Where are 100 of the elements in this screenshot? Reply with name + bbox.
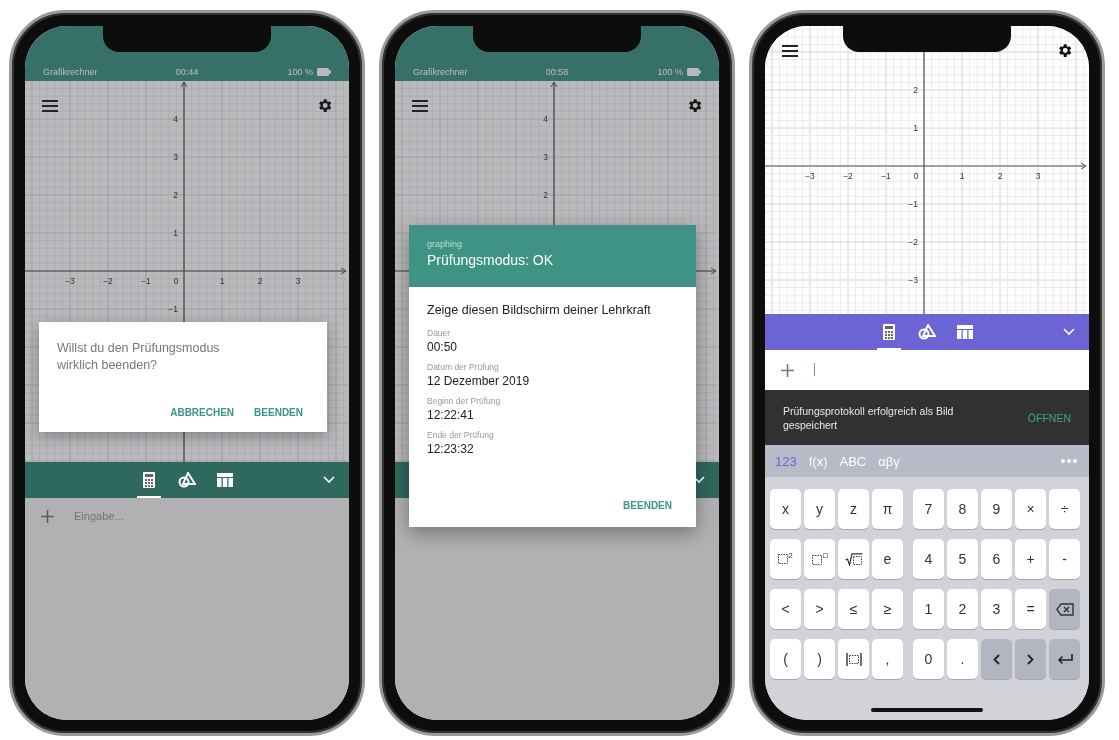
keyboard-key[interactable]: 1	[913, 589, 944, 629]
field-label: Ende der Prüfung	[427, 430, 495, 440]
keyboard-key[interactable]: 3	[981, 589, 1012, 629]
field-label: Datum der Prüfung	[427, 362, 500, 372]
keyboard-key[interactable]: y	[804, 489, 835, 529]
box-icon	[778, 554, 789, 564]
menu-icon[interactable]	[412, 100, 428, 112]
settings-icon[interactable]	[686, 97, 703, 114]
keyboard-key[interactable]: +	[1015, 539, 1046, 579]
keyboard-key[interactable]: π	[872, 489, 903, 529]
menu-icon[interactable]	[42, 100, 58, 112]
keyboard-key[interactable]: ÷	[1049, 489, 1080, 529]
clock-time: 00:58	[545, 67, 569, 77]
axis-label: −3	[805, 171, 815, 181]
keyboard-key[interactable]: ×	[1015, 489, 1046, 529]
chevron-down-icon[interactable]	[1063, 328, 1075, 336]
keyboard-key[interactable]	[838, 539, 869, 579]
square-root-icon	[844, 552, 863, 566]
field-value: 12:23:32	[427, 442, 475, 456]
field-value: 00:50	[427, 340, 459, 354]
keyboard-key[interactable]: e	[872, 539, 903, 579]
axis-label: 1	[173, 228, 178, 238]
axis-label: 2	[997, 171, 1003, 181]
keyboard-key[interactable]: 8	[947, 489, 978, 529]
axis-label: 1	[913, 123, 918, 133]
keyboard-key[interactable]: -	[1049, 539, 1080, 579]
battery-icon	[317, 68, 331, 76]
plus-icon[interactable]	[781, 363, 794, 377]
axis-label: 1	[959, 171, 965, 181]
field-value: 12 Dezember 2019	[427, 374, 531, 388]
axis-label: −3	[908, 275, 918, 285]
table-icon	[957, 325, 973, 339]
axis-label: 4	[173, 114, 178, 124]
app-name: Grafikrechner	[43, 67, 99, 77]
keyboard-key[interactable]: ≥	[872, 589, 903, 629]
keyboard-key[interactable]: 0	[913, 639, 944, 679]
axis-label: 3	[543, 152, 548, 162]
text-cursor	[814, 363, 815, 376]
menu-icon[interactable]	[782, 45, 798, 57]
end-button[interactable]: BEENDEN	[617, 496, 678, 515]
axis-label: 3	[173, 152, 178, 162]
axis-label: 2	[913, 85, 918, 95]
keyboard-key[interactable]: 7	[913, 489, 944, 529]
keyboard-key[interactable]: 5	[947, 539, 978, 579]
keyboard-key[interactable]	[1049, 639, 1080, 679]
snackbar-message: Prüfungsprotokoll erfolgreich als Bild gespeichert	[783, 403, 955, 432]
axis-label: 1	[219, 276, 225, 286]
keyboard-key[interactable]: ,	[872, 639, 903, 679]
axis-label: 0	[913, 171, 919, 181]
shapes-icon	[918, 324, 936, 340]
clock-time: 00:44	[175, 67, 199, 77]
dialog-heading: Zeige diesen Bildschirm deiner Lehrkraft	[427, 303, 652, 317]
backspace-icon	[1055, 602, 1074, 616]
axis-label: 3	[1035, 171, 1041, 181]
keyboard-key[interactable]: 9	[981, 489, 1012, 529]
field-label: Dauer	[427, 328, 452, 338]
dialog-title: Prüfungsmodus: OK	[427, 252, 555, 268]
dialog-button[interactable]: ABBRECHEN	[164, 403, 241, 422]
keyboard-key[interactable]: .	[947, 639, 978, 679]
keyboard-key[interactable]: z	[838, 489, 869, 529]
keyboard-key[interactable]: 2	[947, 589, 978, 629]
settings-icon[interactable]	[316, 97, 333, 114]
axis-label: 2	[257, 276, 263, 286]
keyboard-key[interactable]: >	[804, 589, 835, 629]
keyboard-key[interactable]: (	[770, 639, 801, 679]
axis-label: −2	[908, 237, 918, 247]
keyboard-key[interactable]: =	[1015, 589, 1046, 629]
battery-level: 100 %	[657, 67, 683, 77]
table-icon	[217, 473, 233, 487]
keyboard-key[interactable]: 6	[981, 539, 1012, 579]
axis-label: 3	[295, 276, 301, 286]
calculator-icon	[883, 324, 895, 340]
keyboard-key[interactable]: ≤	[838, 589, 869, 629]
shapes-icon	[178, 472, 196, 488]
keyboard-key[interactable]: 2	[770, 539, 801, 579]
axis-label: 2	[173, 190, 178, 200]
keyboard-key[interactable]: x	[770, 489, 801, 529]
axis-label: −3	[65, 276, 75, 286]
axis-label: −1	[881, 171, 891, 181]
keyboard-key[interactable]: 4	[913, 539, 944, 579]
keyboard-key[interactable]	[1049, 589, 1080, 629]
calculator-icon	[143, 472, 155, 488]
axis-label: −1	[141, 276, 151, 286]
plus-icon[interactable]	[41, 509, 54, 523]
chevron-down-icon[interactable]	[323, 476, 335, 484]
keyboard-key[interactable]	[838, 639, 869, 679]
open-button[interactable]: ÖFFNEN	[1021, 410, 1077, 425]
dialog-button[interactable]: BEENDEN	[248, 403, 309, 422]
keyboard-key[interactable]: <	[770, 589, 801, 629]
keyboard-key[interactable]: )	[804, 639, 835, 679]
dialog-message: Willst du den Prüfungsmodus wirklich beenden?	[57, 340, 221, 374]
field-value: 12:22:41	[427, 408, 475, 422]
dialog-subtitle: graphing	[427, 239, 464, 249]
settings-icon[interactable]	[1056, 42, 1073, 59]
keyboard-key[interactable]	[804, 539, 835, 579]
enter-icon	[1056, 653, 1073, 665]
app-name: Grafikrechner	[413, 67, 469, 77]
chevron-down-icon[interactable]	[693, 476, 705, 484]
power-icon	[811, 553, 828, 565]
absolute-value-icon	[845, 652, 862, 666]
